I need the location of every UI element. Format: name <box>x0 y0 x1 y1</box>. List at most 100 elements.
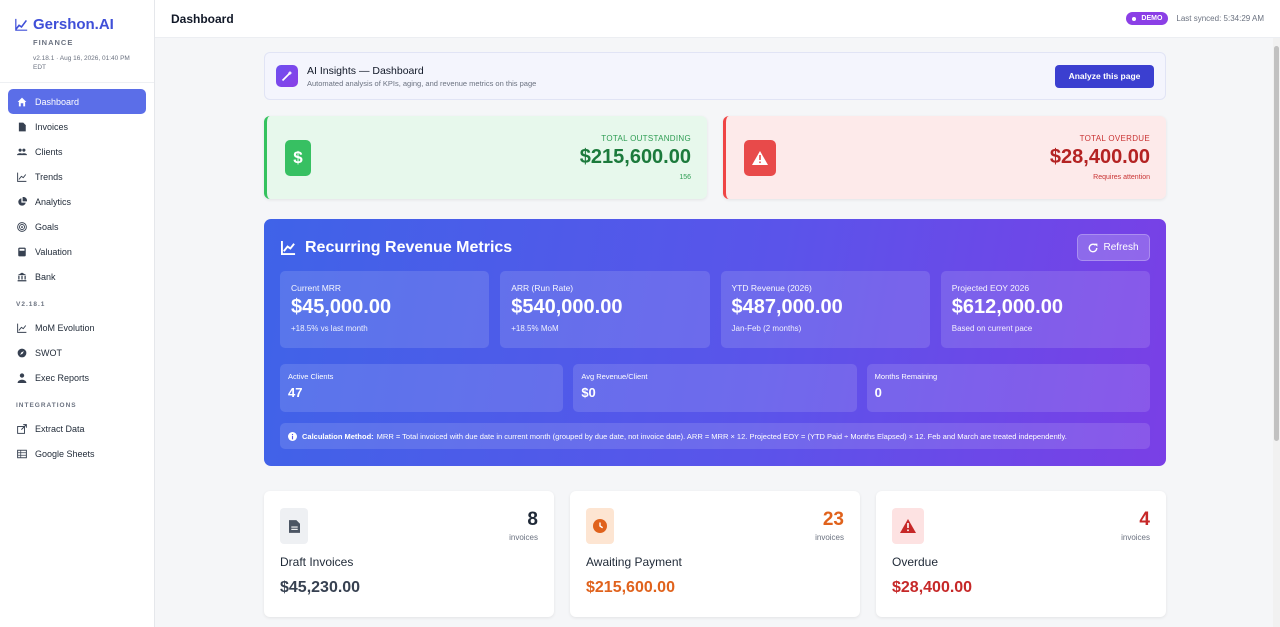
total-outstanding-card: $ TOTAL OUTSTANDING $215,600.00 156 <box>264 116 707 199</box>
overdue-card[interactable]: 4 invoices Overdue $28,400.00 <box>876 491 1166 617</box>
demo-badge: DEMO <box>1126 12 1169 25</box>
sidebar-item-label: MoM Evolution <box>35 322 95 333</box>
export-icon <box>17 423 27 434</box>
info-icon <box>288 431 297 441</box>
metric-ytd-revenue: YTD Revenue (2026) $487,000.00 Jan-Feb (… <box>720 271 930 348</box>
file-icon <box>18 122 26 131</box>
main-content: AI Insights — Dashboard Automated analys… <box>264 52 1166 617</box>
sidebar-item-label: Valuation <box>35 246 72 257</box>
compass-icon <box>17 348 27 357</box>
line-chart-icon <box>17 323 27 333</box>
calculation-method-label: Calculation Method: <box>302 431 374 441</box>
awaiting-payment-count: 23 <box>822 509 844 530</box>
users-icon <box>17 148 27 155</box>
metric-label: YTD Revenue (2026) <box>731 283 812 293</box>
brand[interactable]: Gershon.AI <box>0 0 154 33</box>
sidebar-item-dashboard[interactable]: Dashboard <box>8 89 146 114</box>
sidebar-item-clients[interactable]: Clients <box>8 139 146 164</box>
overdue-count: 4 <box>1139 509 1150 530</box>
metric-value: $487,000.00 <box>731 296 843 318</box>
sidebar-item-label: Bank <box>35 271 56 282</box>
sidebar-item-label: Extract Data <box>35 423 85 434</box>
sidebar-item-analytics[interactable]: Analytics <box>8 189 146 214</box>
sidebar-item-label: Clients <box>35 146 63 157</box>
sidebar-item-exec-reports[interactable]: Exec Reports <box>8 365 146 390</box>
awaiting-payment-amount: $215,600.00 <box>586 579 675 596</box>
stat-value: 47 <box>288 385 303 400</box>
scrollbar[interactable] <box>1273 38 1280 627</box>
sidebar-section-version: V2.18.1 <box>16 300 46 308</box>
sidebar-item-label: Goals <box>35 221 59 232</box>
sidebar-item-trends[interactable]: Trends <box>8 164 146 189</box>
metric-label: Current MRR <box>291 283 342 293</box>
recurring-revenue-card: Recurring Revenue Metrics Refresh Curren… <box>264 219 1166 466</box>
awaiting-payment-title: Awaiting Payment <box>586 555 682 569</box>
calculation-method-note: Calculation Method: MRR = Total invoiced… <box>280 423 1150 449</box>
sidebar-item-swot[interactable]: SWOT <box>8 340 146 365</box>
metric-sub: +18.5% vs last month <box>291 324 368 333</box>
draft-invoices-card[interactable]: 8 invoices Draft Invoices $45,230.00 <box>264 491 554 617</box>
sidebar-item-label: Dashboard <box>35 96 80 107</box>
metric-label: Projected EOY 2026 <box>951 283 1030 293</box>
magic-wand-icon <box>276 65 298 87</box>
metric-sub: Based on current pace <box>951 324 1033 333</box>
metric-projected-eoy: Projected EOY 2026 $612,000.00 Based on … <box>940 271 1150 348</box>
sidebar-item-label: Trends <box>35 171 63 182</box>
topbar: Dashboard DEMO Last synced: 5:34:29 AM <box>155 0 1280 38</box>
table-icon <box>17 449 27 458</box>
sidebar-item-label: Analytics <box>35 196 72 207</box>
scrollbar-thumb[interactable] <box>1274 46 1279 441</box>
stat-label: Avg Revenue/Client <box>581 372 648 381</box>
draft-invoices-amount: $45,230.00 <box>280 579 361 596</box>
dollar-icon: $ <box>285 139 311 176</box>
overdue-amount: $28,400.00 <box>892 579 973 596</box>
refresh-button[interactable]: Refresh <box>1077 234 1150 261</box>
metric-arr: ARR (Run Rate) $540,000.00 +18.5% MoM <box>500 271 710 348</box>
total-outstanding-label: TOTAL OUTSTANDING <box>601 134 691 143</box>
stat-value: 0 <box>874 385 882 400</box>
clock-icon <box>586 508 614 544</box>
draft-invoices-unit: invoices <box>509 533 538 542</box>
sidebar-item-label: Google Sheets <box>35 448 95 459</box>
metric-label: ARR (Run Rate) <box>511 283 574 293</box>
overdue-unit: invoices <box>1121 533 1150 542</box>
refresh-button-label: Refresh <box>1103 242 1139 253</box>
ai-insights-title: AI Insights — Dashboard <box>307 64 424 77</box>
awaiting-payment-card[interactable]: 23 invoices Awaiting Payment $215,600.00 <box>570 491 860 617</box>
sidebar-item-valuation[interactable]: Valuation <box>8 239 146 264</box>
awaiting-payment-unit: invoices <box>815 533 844 542</box>
version-text: v2.18.1 · Aug 16, 2026, 01:40 PM EDT <box>33 55 130 71</box>
sidebar-item-google-sheets[interactable]: Google Sheets <box>8 441 146 466</box>
sidebar-item-label: Invoices <box>35 121 69 132</box>
total-outstanding-value: $215,600.00 <box>579 146 691 168</box>
sidebar-item-invoices[interactable]: Invoices <box>8 114 146 139</box>
draft-invoices-title: Draft Invoices <box>280 555 354 569</box>
sidebar-item-label: SWOT <box>35 347 62 358</box>
metric-value: $45,000.00 <box>291 296 392 318</box>
home-icon <box>17 97 27 106</box>
page-title: Dashboard <box>171 11 234 26</box>
metric-value: $540,000.00 <box>511 296 623 318</box>
line-chart-icon <box>17 172 27 182</box>
sidebar-item-mom-evolution[interactable]: MoM Evolution <box>8 315 146 340</box>
sidebar-section-integrations: INTEGRATIONS <box>16 401 77 409</box>
analyze-page-button[interactable]: Analyze this page <box>1055 64 1154 88</box>
sidebar-item-bank[interactable]: Bank <box>8 264 146 289</box>
refresh-icon <box>1089 243 1098 252</box>
warning-icon <box>744 139 776 176</box>
sidebar-item-extract-data[interactable]: Extract Data <box>8 416 146 441</box>
overdue-title: Overdue <box>892 555 939 569</box>
total-overdue-card: TOTAL OVERDUE $28,400.00 Requires attent… <box>723 116 1166 199</box>
stat-months-remaining: Months Remaining 0 <box>866 364 1150 412</box>
sidebar-item-label: Exec Reports <box>35 372 90 383</box>
calculation-method-text: MRR = Total invoiced with due date in cu… <box>376 431 1067 441</box>
calculator-icon <box>18 247 26 256</box>
target-icon <box>17 221 27 232</box>
line-chart-icon <box>281 240 296 255</box>
stat-active-clients: Active Clients 47 <box>280 364 564 412</box>
metric-value: $612,000.00 <box>951 296 1063 318</box>
sidebar-item-goals[interactable]: Goals <box>8 214 146 239</box>
metric-sub: Jan-Feb (2 months) <box>731 324 802 333</box>
total-overdue-value: $28,400.00 <box>1049 146 1150 168</box>
stat-label: Months Remaining <box>874 372 938 381</box>
